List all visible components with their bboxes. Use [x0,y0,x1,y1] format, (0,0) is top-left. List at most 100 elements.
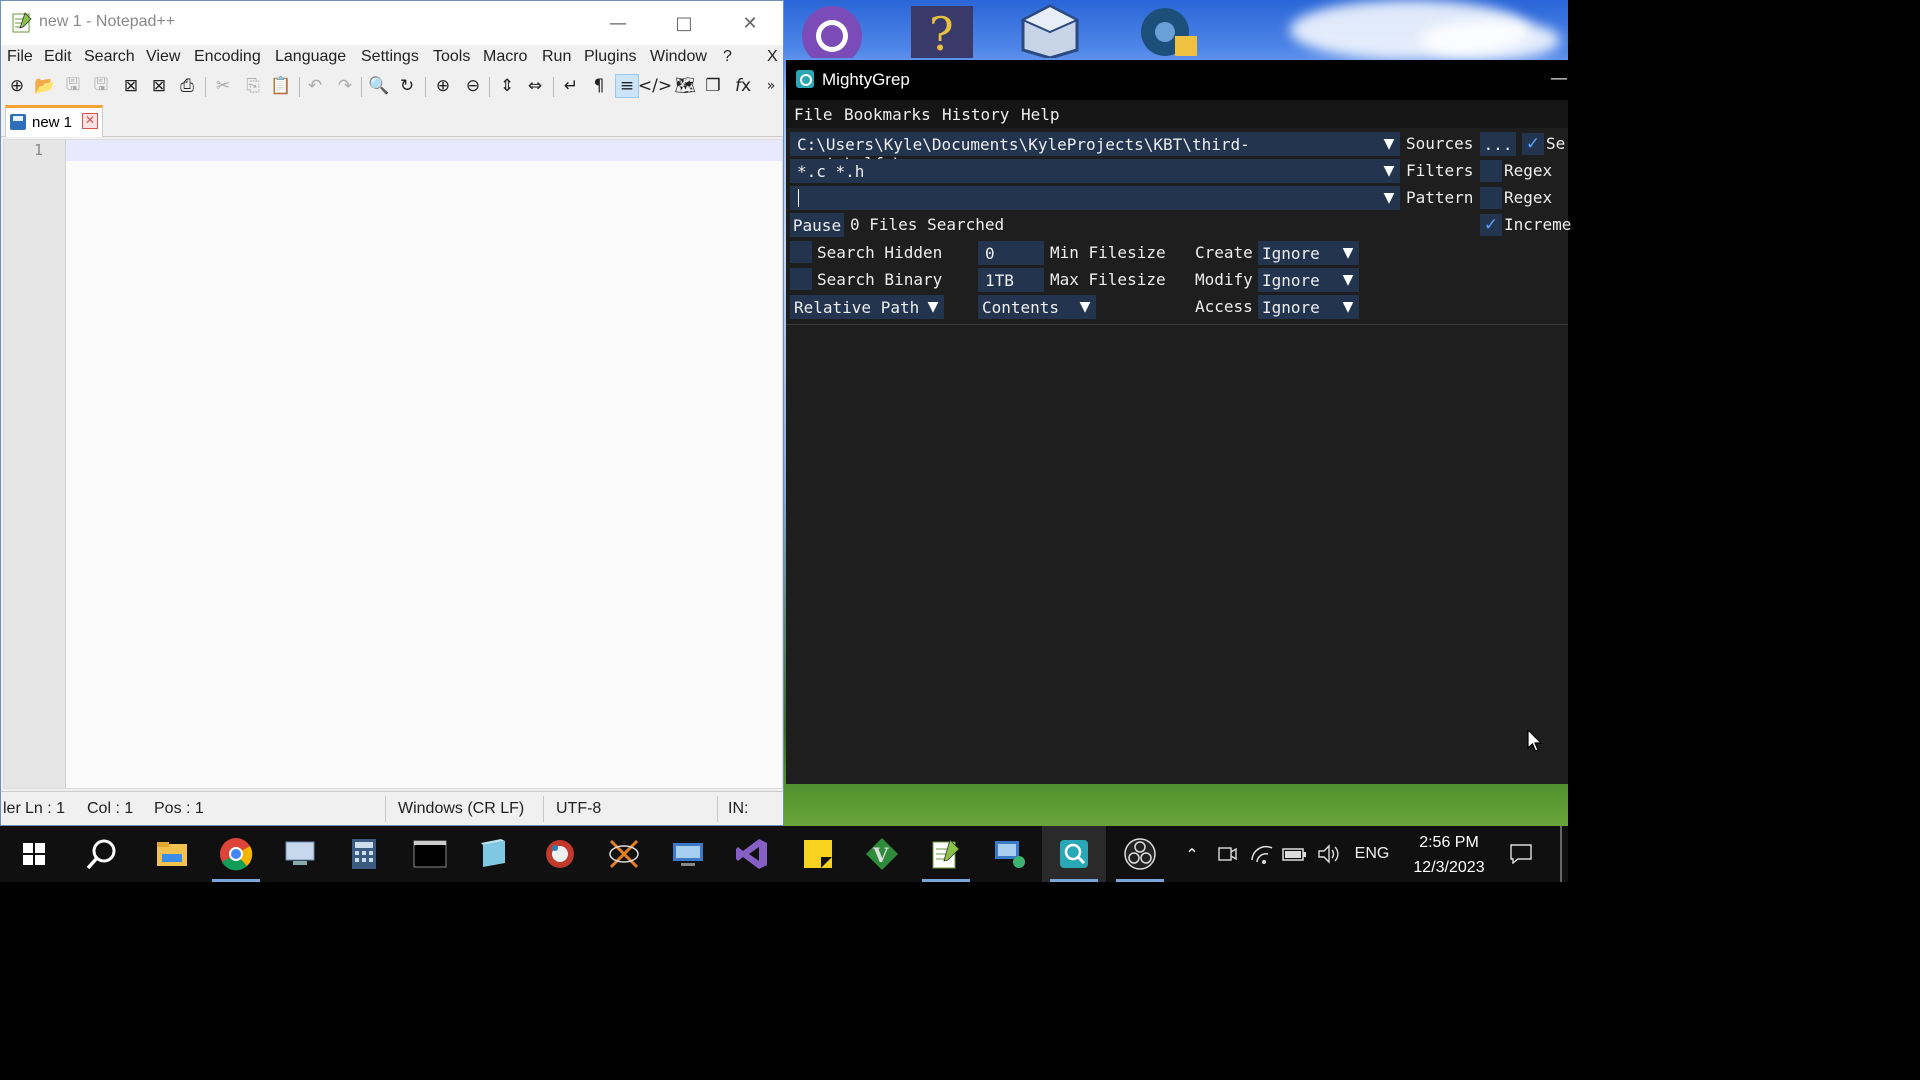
browse-button[interactable]: ... [1480,132,1516,156]
access-select[interactable]: Ignore [1258,295,1338,319]
menu-run[interactable]: Run [542,48,571,66]
mg-menu-file[interactable]: File [794,105,833,124]
menu-tools[interactable]: Tools [433,48,470,66]
filters-dropdown-icon[interactable]: ▼ [1378,159,1400,183]
source-dropdown-icon[interactable]: ▼ [1378,132,1400,156]
help-tool-icon[interactable]: ? [906,2,978,58]
minimize-button[interactable]: — [585,1,651,45]
mg-menu-bookmarks[interactable]: Bookmarks [844,105,931,124]
search-binary-checkbox[interactable] [790,268,812,290]
undo-icon[interactable]: ↶ [303,74,327,98]
show-desktop-button[interactable] [1560,826,1562,882]
more-icon[interactable]: » [759,74,783,98]
remote-connect-icon[interactable] [978,826,1042,882]
user-language-icon[interactable]: </> [638,74,672,98]
sync-horizontal-icon[interactable]: ⇔ [523,74,547,98]
path-mode-dropdown-icon[interactable]: ▼ [922,295,944,319]
github-desktop-icon[interactable] [796,2,868,58]
close-button[interactable]: ✕ [717,1,783,45]
filters-field[interactable]: *.c *.h [790,159,1380,183]
terminal-icon[interactable] [398,826,462,882]
notepad-app-icon[interactable] [462,826,526,882]
create-select[interactable]: Ignore [1258,241,1338,265]
find-icon[interactable]: 🔍 [367,74,391,98]
search-icon[interactable] [70,826,134,882]
start-icon[interactable] [2,826,66,882]
close-icon[interactable]: ⊠ [119,74,143,98]
menu-file[interactable]: File [7,48,33,66]
input-language[interactable]: ENG [1350,826,1394,882]
pattern-input[interactable] [790,186,1380,210]
menu-settings[interactable]: Settings [361,48,419,66]
save-icon[interactable]: 🖫 [61,74,85,98]
menu-window[interactable]: Window [650,48,707,66]
path-mode-select[interactable]: Relative Path [790,295,924,319]
search-mode-select[interactable]: Contents [978,295,1074,319]
mightygrep-taskbar-icon[interactable] [1042,826,1106,882]
results-pane[interactable] [786,326,1568,784]
network-manager-icon[interactable] [656,826,720,882]
print-icon[interactable]: ⎙ [175,74,199,98]
menu-edit[interactable]: Edit [44,48,72,66]
mg-menu-history[interactable]: History [942,105,1009,124]
menu-help[interactable]: ? [723,48,732,66]
tab-new-1[interactable]: new 1 ✕ [5,105,103,137]
cut-icon[interactable]: ✂ [211,74,235,98]
title-bar[interactable]: new 1 - Notepad++ — □ ✕ [1,1,783,45]
settings-gear-icon[interactable] [1130,2,1202,58]
maximize-button[interactable]: □ [651,1,717,45]
source-path-field[interactable]: C:\Users\Kyle\Documents\KyleProjects\KBT… [790,132,1380,173]
open-file-icon[interactable]: 📂 [33,74,57,98]
visual-studio-icon[interactable] [720,826,784,882]
incremental-checkbox[interactable]: ✓ [1480,214,1502,236]
pattern-dropdown-icon[interactable]: ▼ [1378,186,1400,210]
max-filesize-input[interactable]: 1TB [978,268,1044,292]
modify-dropdown-icon[interactable]: ▼ [1337,268,1359,292]
show-hidden-icons-chevron-up-icon[interactable]: ⌃ [1178,826,1206,882]
close-all-icon[interactable]: ⊠ [147,74,171,98]
editor-area[interactable]: 1 [3,139,783,789]
gvim-icon[interactable]: V [850,826,914,882]
notepad-plus-plus-taskbar-icon[interactable] [914,826,978,882]
menu-search[interactable]: Search [84,48,135,66]
menu-macro[interactable]: Macro [483,48,527,66]
sync-vertical-icon[interactable]: ⇕ [495,74,519,98]
paint-icon[interactable] [528,826,592,882]
function-list-icon[interactable]: fx [731,74,755,98]
mg-title-bar[interactable]: MightyGrep — [786,60,1568,100]
menu-language[interactable]: Language [275,48,346,66]
pause-button[interactable]: Pause [790,213,844,237]
calculator-icon[interactable] [332,826,396,882]
search-mode-dropdown-icon[interactable]: ▼ [1074,295,1096,319]
obs-icon[interactable] [1108,826,1172,882]
filters-regex-checkbox[interactable] [1480,160,1502,182]
subdirs-checkbox[interactable]: ✓ [1522,133,1544,155]
replace-icon[interactable]: ↻ [395,74,419,98]
show-all-chars-icon[interactable]: ¶ [587,74,611,98]
zoom-out-icon[interactable]: ⊖ [461,74,485,98]
volume-icon[interactable] [1314,826,1344,882]
pattern-regex-checkbox[interactable] [1480,187,1502,209]
meet-now-icon[interactable] [1212,826,1242,882]
word-wrap-icon[interactable]: ↵ [559,74,583,98]
new-file-icon[interactable]: ⊕ [5,74,29,98]
doc-list-icon[interactable]: ❐ [701,74,725,98]
sticky-notes-icon[interactable] [786,826,850,882]
zoom-in-icon[interactable]: ⊕ [431,74,455,98]
mg-minimize-button[interactable]: — [1550,68,1568,89]
mg-menu-help[interactable]: Help [1021,105,1060,124]
paste-icon[interactable]: 📋 [269,74,293,98]
menu-plugins[interactable]: Plugins [584,48,636,66]
menu-encoding[interactable]: Encoding [194,48,261,66]
notifications-icon[interactable] [1504,826,1538,882]
access-dropdown-icon[interactable]: ▼ [1337,295,1359,319]
virtualbox-icon[interactable] [1014,2,1086,58]
copy-icon[interactable]: ⎘ [241,74,265,98]
xming-icon[interactable] [592,826,656,882]
indent-guide-icon[interactable]: ≡ [615,74,639,98]
min-filesize-input[interactable]: 0 [978,241,1044,265]
document-map-icon[interactable]: 🗺 [673,74,697,98]
save-all-icon[interactable]: 🖫 [89,74,113,98]
create-dropdown-icon[interactable]: ▼ [1337,241,1359,265]
wifi-icon[interactable] [1246,826,1278,882]
